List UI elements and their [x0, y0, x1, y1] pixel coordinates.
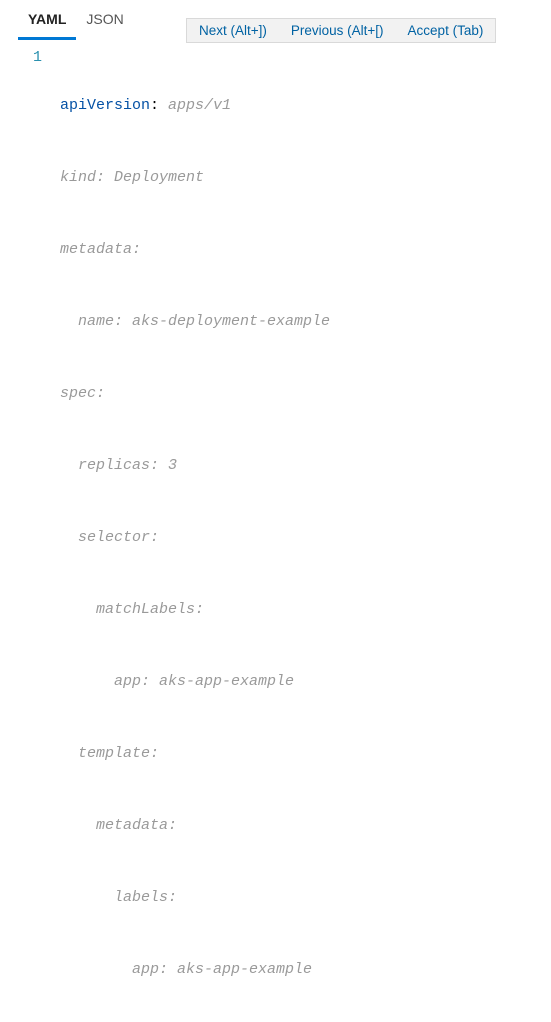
ghost-line: metadata: — [60, 814, 551, 838]
tab-yaml[interactable]: YAML — [18, 0, 76, 40]
suggestion-previous-button[interactable]: Previous (Alt+[) — [279, 19, 396, 42]
ghost-line: spec: — [60, 382, 551, 406]
ghost-line: app: aks-app-example — [60, 670, 551, 694]
yaml-colon: : — [150, 97, 168, 114]
line-number-gutter: 1 — [0, 46, 60, 1022]
ghost-line: template: — [60, 742, 551, 766]
ghost-text: apps/v1 — [168, 97, 231, 114]
ghost-line: kind: Deployment — [60, 166, 551, 190]
ghost-line: matchLabels: — [60, 598, 551, 622]
tab-bar: YAML JSON Next (Alt+]) Previous (Alt+[) … — [0, 0, 551, 40]
yaml-key: apiVersion — [60, 97, 150, 114]
ghost-line: selector: — [60, 526, 551, 550]
ghost-line: name: aks-deployment-example — [60, 310, 551, 334]
code-content[interactable]: apiVersion: apps/v1 kind: Deployment met… — [60, 46, 551, 1022]
suggestion-next-button[interactable]: Next (Alt+]) — [187, 19, 279, 42]
line-number: 1 — [0, 46, 42, 70]
ghost-line: metadata: — [60, 238, 551, 262]
ghost-line: labels: — [60, 886, 551, 910]
code-line: apiVersion: apps/v1 — [60, 94, 551, 118]
tab-json[interactable]: JSON — [76, 0, 133, 40]
ghost-line: app: aks-app-example — [60, 958, 551, 982]
suggestion-toolbar: Next (Alt+]) Previous (Alt+[) Accept (Ta… — [186, 18, 496, 43]
code-editor[interactable]: 1 apiVersion: apps/v1 kind: Deployment m… — [0, 40, 551, 1022]
ghost-line: replicas: 3 — [60, 454, 551, 478]
suggestion-accept-button[interactable]: Accept (Tab) — [396, 19, 496, 42]
